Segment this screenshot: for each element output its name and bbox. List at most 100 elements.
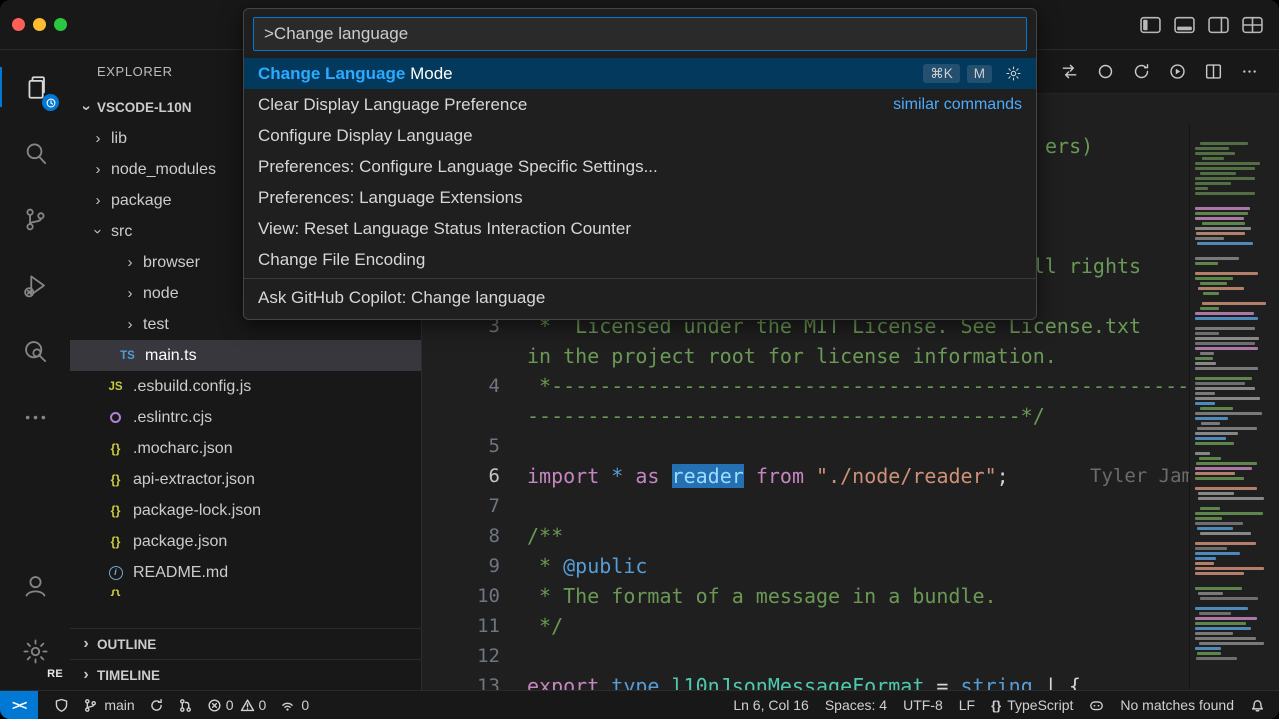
tree-file-package-json[interactable]: {}package.json <box>70 526 421 557</box>
keybinding-chip: M <box>967 65 992 83</box>
shield-icon <box>54 698 69 713</box>
command-item[interactable]: Preferences: Configure Language Specific… <box>244 151 1036 182</box>
code-line: 5 <box>422 431 1189 461</box>
similar-commands-link[interactable]: similar commands <box>893 96 1022 114</box>
eslint-file-icon <box>106 412 125 423</box>
status-git-sync[interactable] <box>149 691 164 719</box>
tree-file-api-extractor-json[interactable]: {}api-extractor.json <box>70 464 421 495</box>
outline-section-header[interactable]: › OUTLINE <box>70 628 421 659</box>
command-item[interactable]: Configure Display Language <box>244 120 1036 151</box>
minimap[interactable] <box>1189 124 1279 690</box>
status-language-mode[interactable]: {}TypeScript <box>991 691 1073 719</box>
tree-file--eslintrc-cjs[interactable]: .eslintrc.cjs <box>70 402 421 433</box>
toggle-file-annotations-icon[interactable] <box>1096 62 1115 81</box>
status-pull-requests[interactable] <box>178 691 193 719</box>
command-item[interactable]: Clear Display Language Preference similar… <box>244 89 1036 120</box>
command-item[interactable]: Preferences: Language Extensions <box>244 182 1036 213</box>
command-label: Clear Display Language Preference <box>258 95 527 115</box>
toggle-primary-sidebar-icon[interactable] <box>1140 16 1161 34</box>
code-line: 4 *-------------------------------------… <box>422 371 1189 401</box>
code-line: 12 <box>422 641 1189 671</box>
command-item[interactable]: Ask GitHub Copilot: Change language <box>244 282 1036 313</box>
command-item[interactable]: View: Reset Language Status Interaction … <box>244 213 1036 244</box>
status-indentation[interactable]: Spaces: 4 <box>825 691 887 719</box>
git-blame-annotation: Tyler Jam <box>1090 461 1189 491</box>
json-file-icon: {} <box>106 442 125 456</box>
status-problems[interactable]: 00 <box>207 691 267 719</box>
tree-file-main-ts[interactable]: TSmain.ts <box>70 340 421 371</box>
toggle-secondary-sidebar-icon[interactable] <box>1208 16 1229 34</box>
tree-item-label: lib <box>111 130 127 148</box>
copilot-icon <box>1089 698 1104 713</box>
timeline-label: TIMELINE <box>97 668 160 683</box>
more-actions-icon[interactable] <box>1240 62 1259 81</box>
tree-file--esbuild-config-js[interactable]: JS.esbuild.config.js <box>70 371 421 402</box>
status-ports[interactable]: 0 <box>280 691 309 719</box>
zoom-button[interactable] <box>54 18 67 31</box>
minimize-button[interactable] <box>33 18 46 31</box>
customize-layout-icon[interactable] <box>1242 16 1263 34</box>
code-line: 13export type l10nJsonMessageFormat = st… <box>422 671 1189 690</box>
status-search-status[interactable]: No matches found <box>1120 691 1234 719</box>
status-git-branch[interactable]: main <box>83 691 134 719</box>
status-encoding[interactable]: UTF-8 <box>903 691 943 719</box>
command-label: View: Reset Language Status Interaction … <box>258 219 631 239</box>
line-content: */ <box>500 611 1189 641</box>
branch-icon <box>83 698 98 713</box>
js-file-icon: JS <box>106 381 125 393</box>
chevron-right-icon: › <box>122 285 138 302</box>
command-item[interactable]: Change File Encoding <box>244 244 1036 275</box>
tree-item-label: package-lock.json <box>133 502 261 520</box>
line-number <box>422 401 500 431</box>
keybinding-chip: ⌘K <box>923 64 960 83</box>
close-button[interactable] <box>12 18 25 31</box>
line-number: 7 <box>422 491 500 521</box>
timeline-section-header[interactable]: › TIMELINE <box>70 659 421 690</box>
status-text: 0 <box>301 697 309 713</box>
tree-file--mocharc-json[interactable]: {}.mocharc.json <box>70 433 421 464</box>
line-number: 10 <box>422 581 500 611</box>
readme-info-icon: i <box>106 566 125 580</box>
line-content: *---------------------------------------… <box>500 371 1189 401</box>
status-workspace-trust[interactable] <box>54 691 69 719</box>
tree-file-readme-md[interactable]: iREADME.md <box>70 557 421 588</box>
activity-run-and-debug[interactable] <box>0 252 70 318</box>
command-item[interactable]: Change Language Mode⌘KM <box>244 58 1036 89</box>
gitlens-inspect-icon <box>21 337 50 366</box>
split-editor-icon[interactable] <box>1204 62 1223 81</box>
activity-gitlens-inspect[interactable] <box>0 318 70 384</box>
toggle-panel-icon[interactable] <box>1174 16 1195 34</box>
chevron-right-icon: › <box>78 635 94 653</box>
configure-keybinding-icon[interactable] <box>1005 65 1022 82</box>
activity-accounts[interactable] <box>0 552 70 618</box>
open-changes-icon[interactable] <box>1060 62 1079 81</box>
activity-explorer[interactable] <box>0 54 70 120</box>
command-input[interactable] <box>262 23 1018 45</box>
tree-item-label: node_modules <box>111 161 216 179</box>
activity-source-control[interactable] <box>0 186 70 252</box>
code-line: 11 */ <box>422 611 1189 641</box>
status-text: No matches found <box>1120 697 1234 713</box>
ts-file-icon: TS <box>118 350 137 362</box>
pending-badge <box>42 94 59 111</box>
window-controls <box>0 18 67 31</box>
line-number: 5 <box>422 431 500 461</box>
run-or-debug-icon[interactable] <box>1168 62 1187 81</box>
status-cursor-position[interactable]: Ln 6, Col 16 <box>733 691 809 719</box>
status-copilot[interactable] <box>1089 691 1104 719</box>
file-history-icon[interactable] <box>1132 62 1151 81</box>
command-label: Preferences: Configure Language Specific… <box>258 157 658 177</box>
code-line: ----------------------------------------… <box>422 401 1189 431</box>
status-notifications[interactable] <box>1250 691 1265 719</box>
activity-manage[interactable]: RE <box>0 618 70 684</box>
status-remote-indicator[interactable]: >< <box>0 691 38 719</box>
activity-additional-views[interactable] <box>0 384 70 450</box>
tree-file-package-lock-json[interactable]: {}package-lock.json <box>70 495 421 526</box>
line-content: export type l10nJsonMessageFormat = stri… <box>500 671 1189 690</box>
tree-item-label: node <box>143 285 179 303</box>
outline-label: OUTLINE <box>97 637 156 652</box>
status-eol[interactable]: LF <box>959 691 975 719</box>
tree-item-label: test <box>143 316 169 334</box>
clock-icon <box>45 97 57 109</box>
activity-search[interactable] <box>0 120 70 186</box>
